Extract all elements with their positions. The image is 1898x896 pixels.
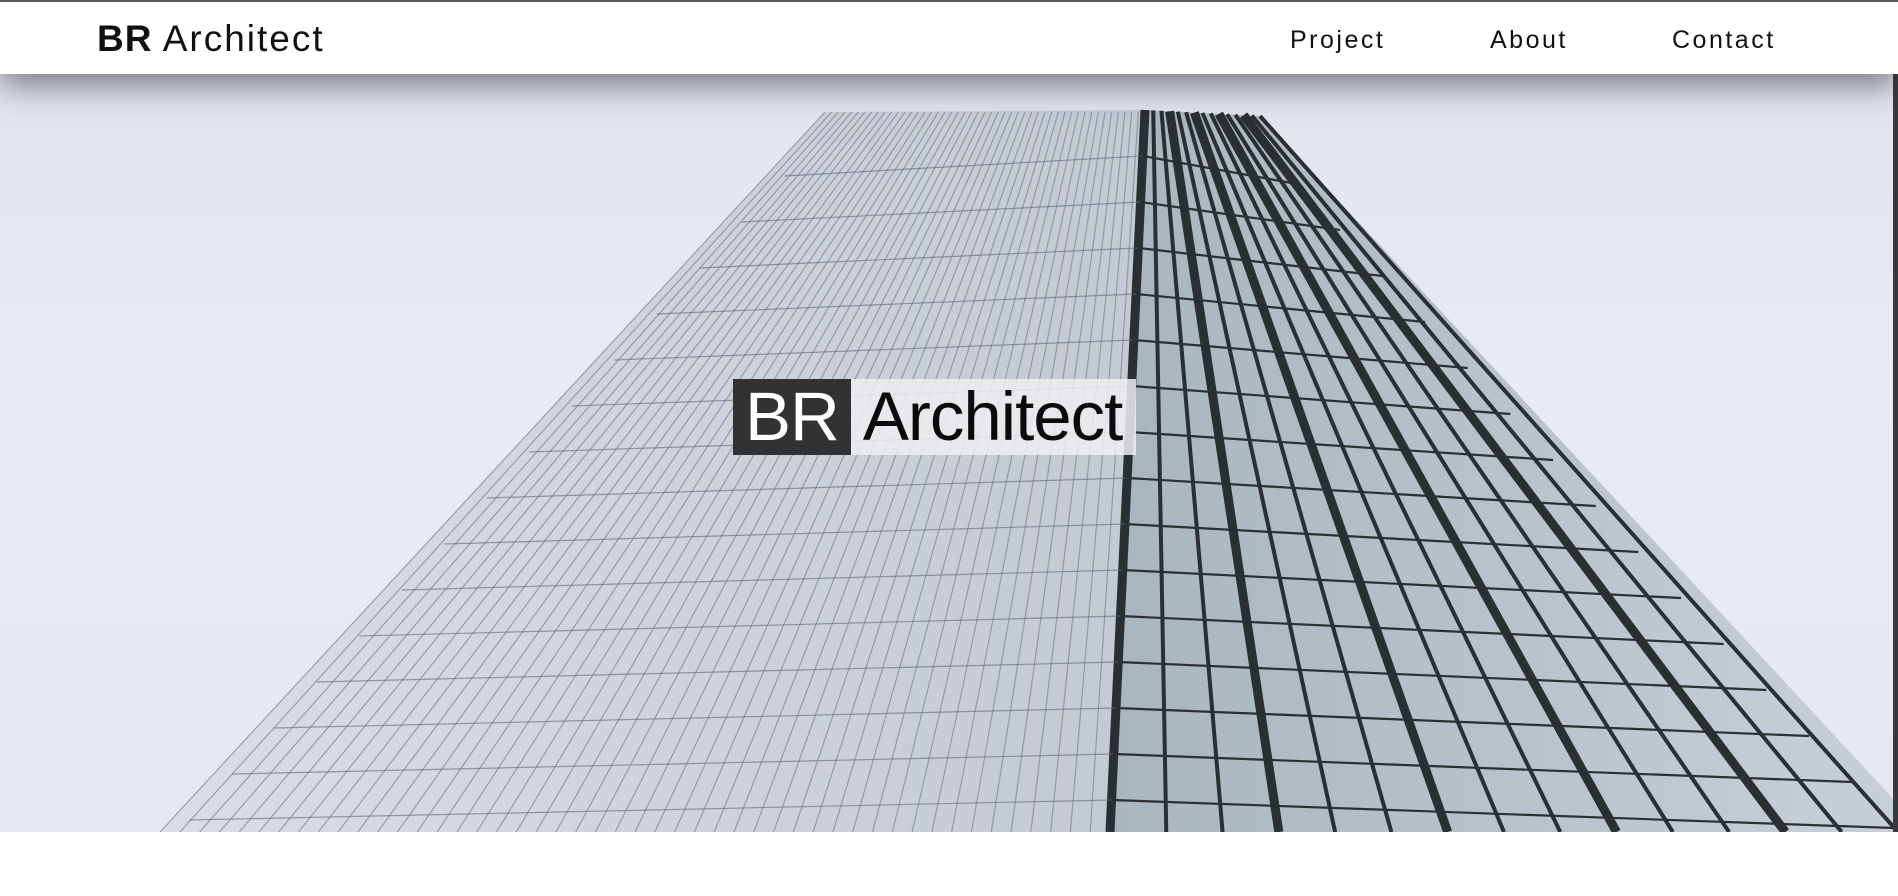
- nav-link-contact[interactable]: Contact: [1672, 26, 1776, 55]
- nav-link-project[interactable]: Project: [1290, 26, 1385, 55]
- nav-link-about[interactable]: About: [1490, 26, 1568, 55]
- brand-rest: Architect: [162, 18, 325, 59]
- page-content-below: [0, 832, 1898, 896]
- brand-bold: BR: [97, 18, 153, 59]
- brand-logo[interactable]: BR Architect: [97, 18, 325, 60]
- page-scrollbar[interactable]: [1893, 74, 1898, 832]
- top-navbar: BR Architect Project About Contact: [0, 0, 1898, 74]
- hero-section: BR Architect: [0, 74, 1898, 832]
- hero-title: BR Architect: [733, 379, 1137, 455]
- hero-title-rest: Architect: [850, 379, 1137, 455]
- hero-title-bold: BR: [733, 379, 851, 455]
